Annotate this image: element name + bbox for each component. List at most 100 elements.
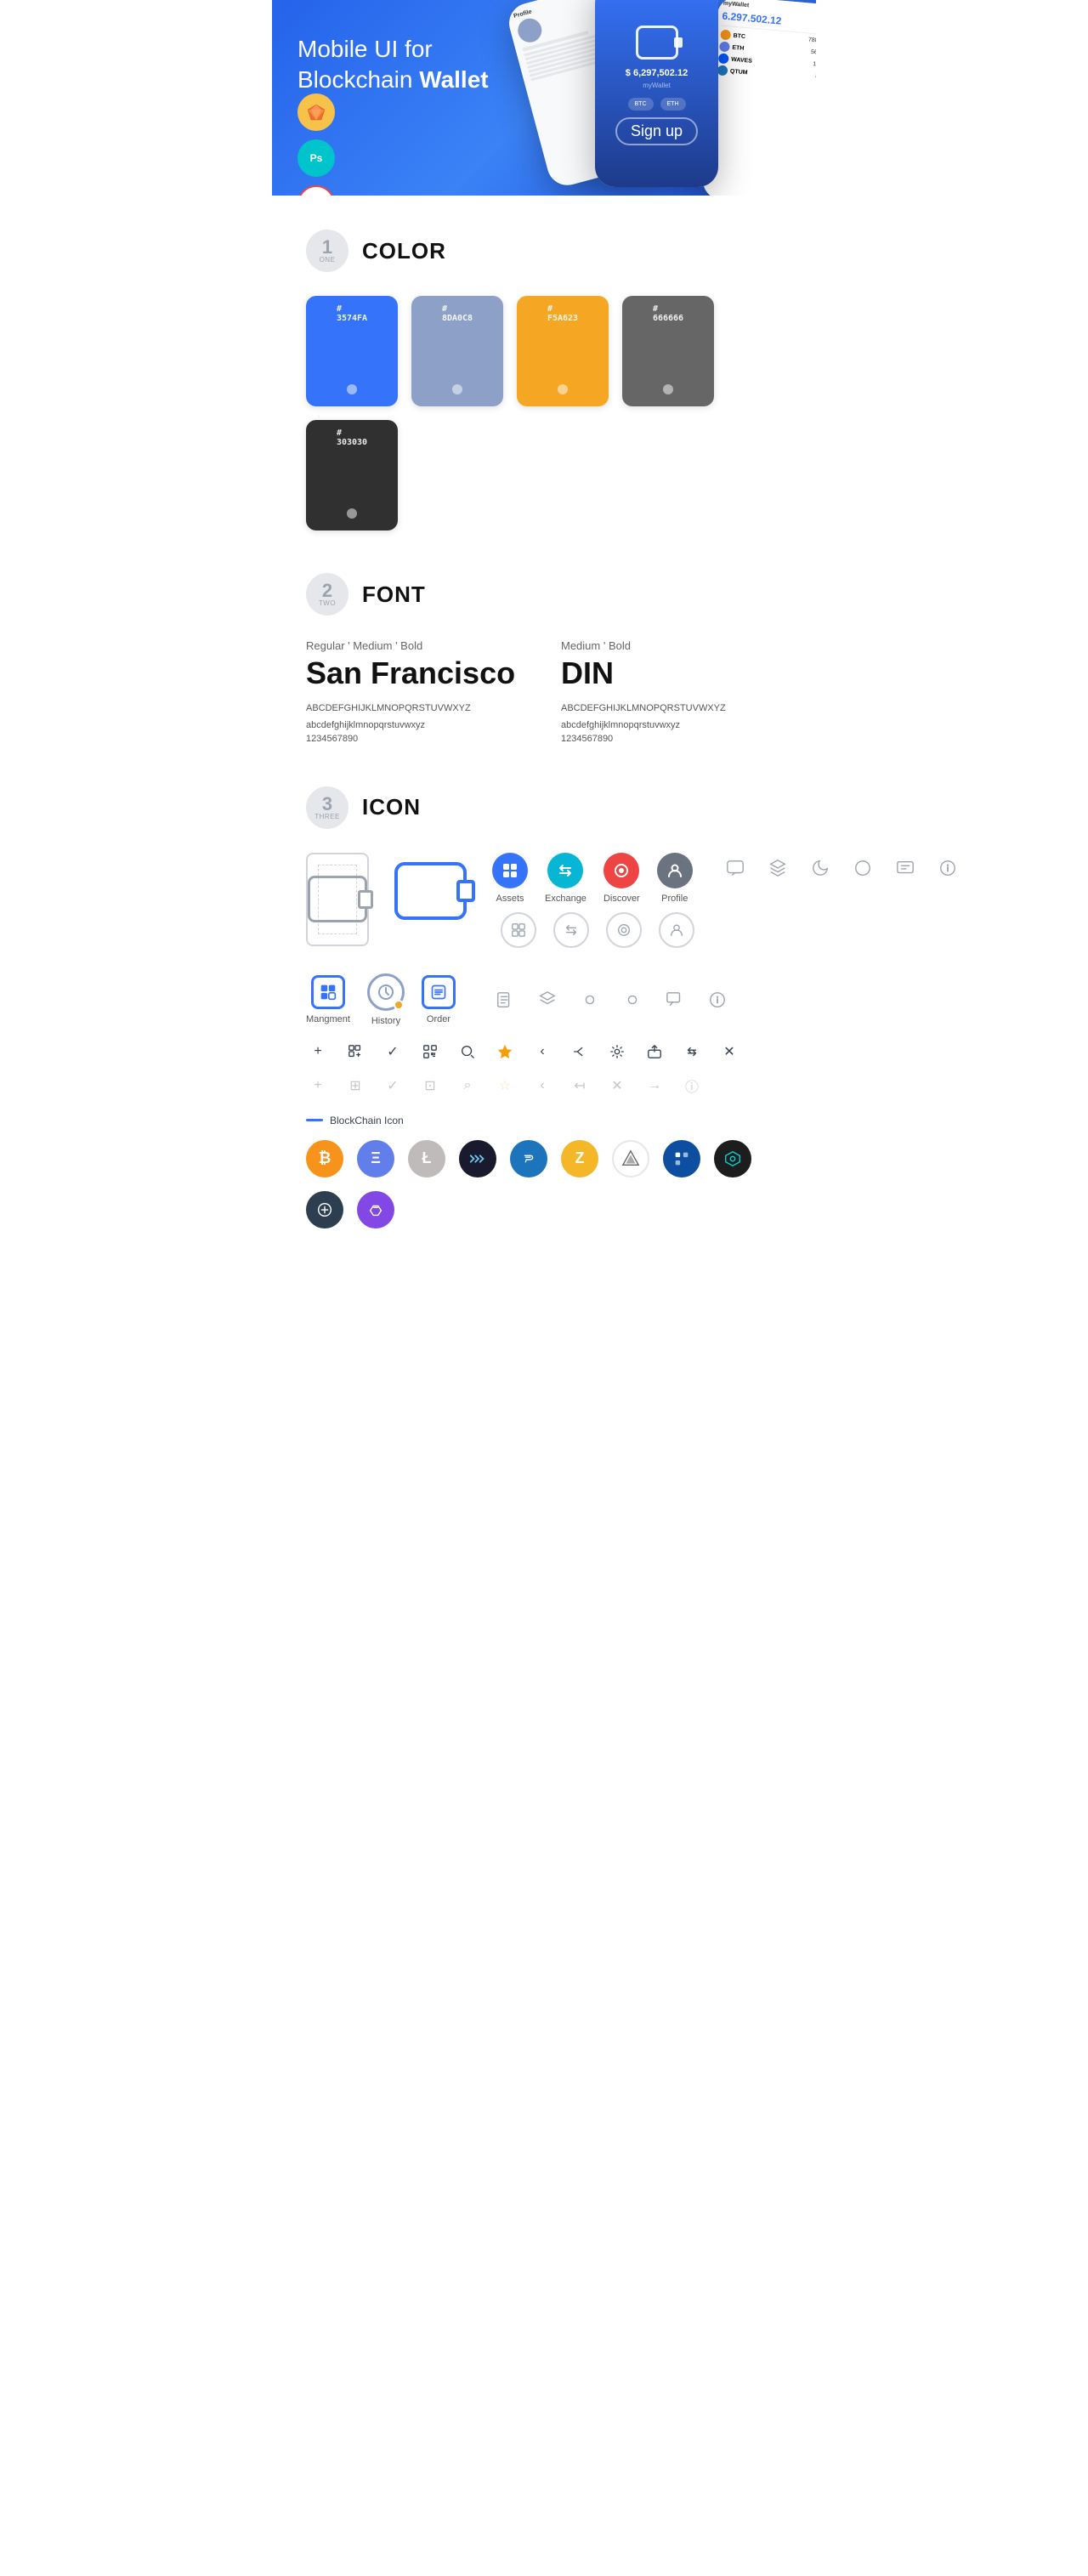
extra-icons-area (720, 853, 963, 883)
discover-tab-icon: Discover (604, 853, 640, 904)
color-dot (663, 384, 673, 394)
grid-icon-ghost: ⊞ (343, 1074, 367, 1098)
edit-grid-icon (343, 1040, 367, 1064)
wallet-wireframe (308, 876, 367, 922)
font-din: Medium ' Bold DIN ABCDEFGHIJKLMNOPQRSTUV… (561, 639, 782, 744)
din-numbers: 1234567890 (561, 734, 782, 744)
circle-icon (847, 853, 878, 883)
waves-icon (459, 1140, 496, 1177)
search-icon (456, 1040, 479, 1064)
color-dot (347, 384, 357, 394)
discover-label: Discover (604, 894, 640, 904)
plus-icon-ghost: + (306, 1074, 330, 1098)
share-icon-ghost: ↤ (568, 1074, 592, 1098)
color-swatch-gray: #666666 (622, 296, 714, 406)
history-label: History (371, 1016, 400, 1026)
blockchain-line (306, 1119, 323, 1121)
check-icon-ghost: ✓ (381, 1074, 405, 1098)
exchange-icon-filled (547, 853, 583, 888)
hero-badges: Ps 60+ Screens (298, 94, 335, 196)
discover-icon-outline (606, 912, 642, 948)
font-section-header: 2 TWO FONT (306, 573, 782, 616)
phone-wallet: $ 6,297,502.12 myWallet BTC ETH Sign up (595, 0, 718, 187)
close-icon-ghost: ✕ (605, 1074, 629, 1098)
tab-icons-top: Assets Exchange Discover (492, 853, 694, 904)
app-icons-row: Mangment History Order (306, 973, 782, 1026)
lisk-icon (663, 1140, 700, 1177)
info-icon-ghost: ⓘ (680, 1074, 704, 1098)
color-swatch-orange: #F5A623 (517, 296, 609, 406)
small-icons-row: + ✓ ‹ (306, 1040, 782, 1064)
color-swatch-grayblue: #8DA0C8 (411, 296, 503, 406)
font-section: 2 TWO FONT Regular ' Medium ' Bold San F… (306, 573, 782, 744)
crescent-icon (575, 984, 605, 1015)
order-label: Order (427, 1014, 450, 1024)
color-swatches: #3574FA #8DA0C8 #F5A623 #666666 #303030 (306, 296, 782, 531)
wallet-wireframe-icon (306, 853, 369, 946)
discover-icon-filled (604, 853, 639, 888)
info-icon (932, 853, 963, 883)
star-icon-ghost: ☆ (493, 1074, 517, 1098)
back-icon: ‹ (530, 1040, 554, 1064)
profile-tab-icon: Profile (657, 853, 693, 904)
crypto-icons-row: ₿ Ξ Ł Z (306, 1140, 782, 1228)
aragon-icon (714, 1140, 751, 1177)
color-section: 1 ONE COLOR #3574FA #8DA0C8 #F5A623 #666… (306, 230, 782, 531)
settings-icon (605, 1040, 629, 1064)
order-icon (422, 975, 456, 1009)
din-lowercase: abcdefghijklmnopqrstuvwxyz (561, 720, 782, 730)
chat-icon (720, 853, 751, 883)
icon-main-row: Assets Exchange Discover (306, 853, 782, 948)
profile-icon-filled (657, 853, 693, 888)
stellar-icon (306, 1191, 343, 1228)
icon-section-number: 3 THREE (306, 786, 348, 829)
polygon-icon (357, 1191, 394, 1228)
extra-icons-top (720, 853, 963, 883)
qr-icon-ghost: ⊡ (418, 1074, 442, 1098)
color-swatch-blue: #3574FA (306, 296, 398, 406)
profile-icon-outline (659, 912, 694, 948)
export-icon (643, 1040, 666, 1064)
color-section-title: COLOR (362, 238, 446, 264)
swap-icon (680, 1040, 704, 1064)
wallet-icon-hero (636, 26, 678, 60)
small-icons-ghost-row: + ⊞ ✓ ⊡ ⌕ ☆ ‹ ↤ ✕ → ⓘ (306, 1074, 782, 1098)
phone-amount: $ 6,297,502.12 (626, 68, 688, 78)
sf-lowercase: abcdefghijklmnopqrstuvwxyz (306, 720, 527, 730)
assets-icon-outline (501, 912, 536, 948)
extra-gray-icons (490, 984, 733, 1015)
din-weights: Medium ' Bold (561, 639, 782, 652)
sf-numbers: 1234567890 (306, 734, 527, 744)
check-icon: ✓ (381, 1040, 405, 1064)
management-icon-item: Mangment (306, 975, 350, 1024)
dash-icon (510, 1140, 547, 1177)
hero-section: Mobile UI for Blockchain Wallet UI Kit P… (272, 0, 816, 196)
assets-tab-icon: Assets (492, 853, 528, 904)
ethereum-icon: Ξ (357, 1140, 394, 1177)
assets-label: Assets (496, 894, 524, 904)
back-icon-ghost: ‹ (530, 1074, 554, 1098)
exchange-icon-outline (553, 912, 589, 948)
sketch-badge (298, 94, 335, 131)
moon-icon (805, 853, 836, 883)
exchange-tab-icon: Exchange (545, 853, 586, 904)
screens-badge: 60+ Screens (298, 185, 335, 196)
icon-section-header: 3 THREE ICON (306, 786, 782, 829)
search-icon-ghost: ⌕ (456, 1074, 479, 1098)
star-icon (493, 1040, 517, 1064)
font-section-number: 2 TWO (306, 573, 348, 616)
exchange-label: Exchange (545, 894, 586, 904)
info2-icon (702, 984, 733, 1015)
phone-assets: myWallet 6.297.502.12 BTC 788-2003 ETH 5… (701, 0, 816, 196)
sf-weights: Regular ' Medium ' Bold (306, 639, 527, 652)
din-name: DIN (561, 655, 782, 691)
phones-area: Profile $ 6,297,502.12 myWallet BTC (476, 9, 816, 196)
blockchain-label: BlockChain Icon (306, 1115, 782, 1126)
management-label: Mangment (306, 1014, 350, 1024)
color-dot (347, 508, 357, 519)
litecoin-icon: Ł (408, 1140, 445, 1177)
bitcoin-icon: ₿ (306, 1140, 343, 1177)
profile-label: Profile (661, 894, 688, 904)
plus-icon: + (306, 1040, 330, 1064)
color-swatch-dark: #303030 (306, 420, 398, 531)
